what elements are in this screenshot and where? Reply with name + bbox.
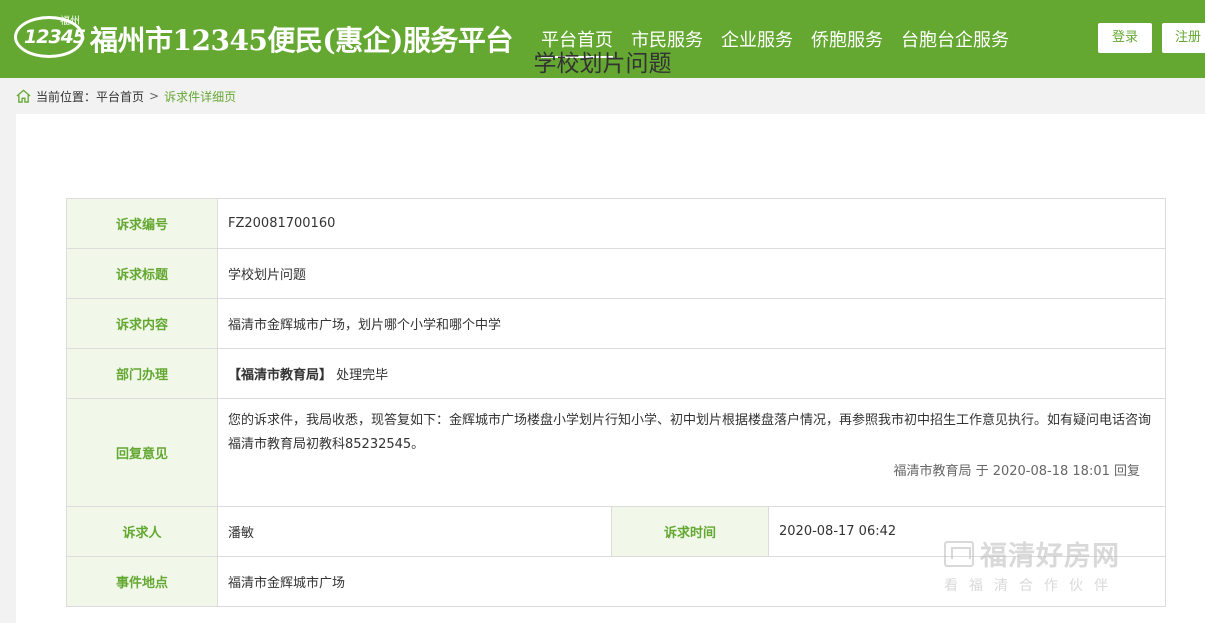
watermark-main: 福清好房网 [944, 534, 1164, 573]
watermark-text: 福清好房网 [980, 541, 1120, 572]
time-label: 诉求时间 [611, 506, 769, 557]
breadcrumb-home-link[interactable]: 平台首页 [96, 88, 144, 105]
reply-signature: 福清市教育局 于 2020-08-18 18:01 回复 [893, 463, 1140, 479]
dept-status: 处理完毕 [336, 368, 389, 383]
breadcrumb-separator: > [149, 89, 160, 103]
dept-name: 【福清市教育局】 [228, 368, 333, 383]
case-no-value: FZ20081700160 [217, 198, 1166, 249]
breadcrumb-prefix: 当前位置： [36, 89, 97, 104]
page-title: 学校划片问题 [533, 51, 672, 77]
content-value: 福清市金辉城市广场，划片哪个小学和哪个中学 [217, 298, 1166, 349]
house-icon [944, 540, 974, 567]
dept-label: 部门办理 [66, 348, 218, 399]
requester-label: 诉求人 [66, 506, 218, 557]
watermark: 福清好房网 看福清合作伙伴 [944, 534, 1164, 594]
logo-city: 福州 [60, 16, 80, 27]
home-icon [16, 89, 31, 103]
row-subject: 诉求标题 学校划片问题 [66, 248, 1166, 299]
row-department: 部门办理 【福清市教育局】 处理完毕 [66, 348, 1166, 399]
breadcrumb-current: 诉求件详细页 [164, 89, 237, 104]
row-content: 诉求内容 福清市金辉城市广场，划片哪个小学和哪个中学 [66, 298, 1166, 349]
watermark-subtext: 看福清合作伙伴 [944, 578, 1119, 594]
dept-value: 【福清市教育局】 处理完毕 [217, 348, 1166, 399]
case-no-label: 诉求编号 [66, 198, 218, 249]
subject-label: 诉求标题 [66, 248, 218, 299]
breadcrumb: 当前位置： 平台首页 > 诉求件详细页 [16, 87, 236, 105]
requester-value: 潘敏 [217, 506, 612, 557]
subject-value: 学校划片问题 [217, 248, 1166, 299]
row-reply: 回复意见 您的诉求件，我局收悉，现答复如下：金辉城市广场楼盘小学划片行知小学、初… [66, 398, 1166, 507]
content-label: 诉求内容 [66, 298, 218, 349]
location-label: 事件地点 [66, 556, 218, 607]
row-case-no: 诉求编号 FZ20081700160 [66, 198, 1166, 249]
reply-label: 回复意见 [66, 398, 218, 507]
reply-value: 您的诉求件，我局收悉，现答复如下：金辉城市广场楼盘小学划片行知小学、初中划片根据… [217, 398, 1166, 507]
reply-text: 您的诉求件，我局收悉，现答复如下：金辉城市广场楼盘小学划片行知小学、初中划片根据… [228, 412, 1152, 452]
